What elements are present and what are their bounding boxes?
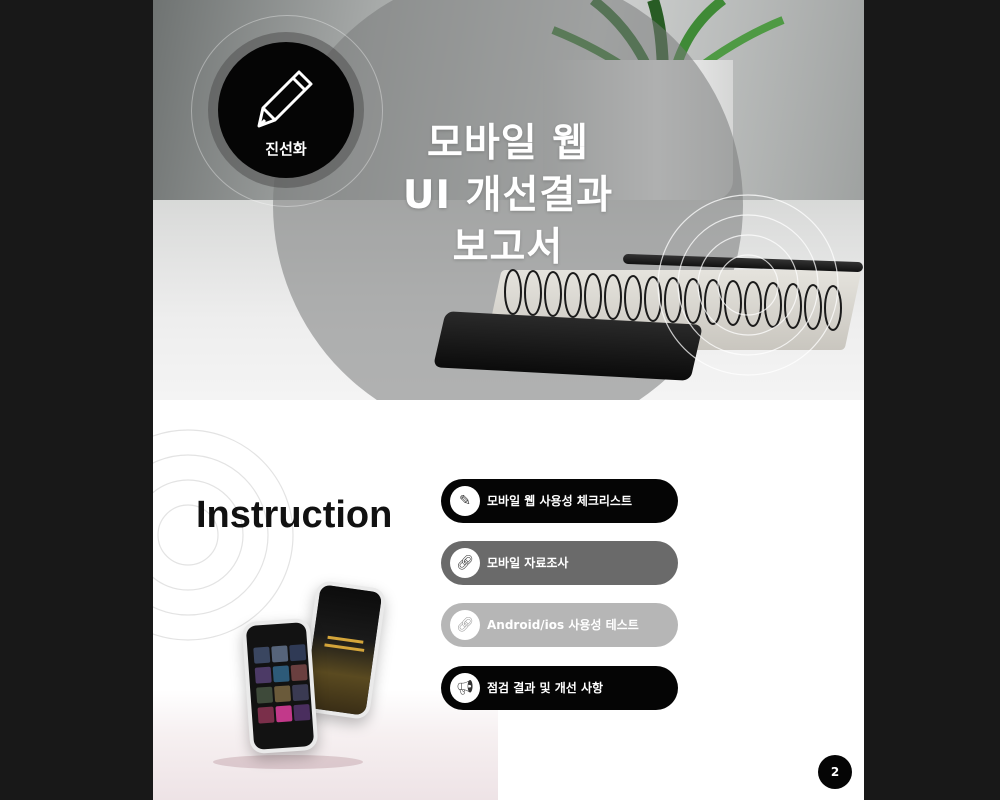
report-title: 모바일 웹 UI 개선결과 보고서 [363,118,653,274]
menu-usability-checklist[interactable]: ✎ 모바일 웹 사용성 체크리스트 [441,479,678,523]
pencil-icon [257,70,313,128]
menu-usability-test[interactable]: 🔗︎ Android/ios 사용성 테스트 [441,603,678,647]
menu-label: 모바일 자료조사 [487,556,569,570]
megaphone-icon: 📢︎ [450,673,480,703]
menu-label: 점검 결과 및 개선 사항 [487,681,604,695]
author-name: 진선화 [265,140,307,158]
title-line: 모바일 웹 [426,121,590,166]
author-badge: 진선화 [218,42,354,178]
menu-label: Android/ios 사용성 테스트 [487,618,639,632]
decorative-rings [657,194,839,376]
mobile-mockup-back [241,617,319,755]
link-icon: 🔗︎ [450,610,480,640]
menu-label: 모바일 웹 사용성 체크리스트 [487,494,633,508]
page-number: 2 [818,755,852,789]
hero-photo: 진선화 모바일 웹 UI 개선결과 보고서 [153,0,864,400]
menu-mobile-research[interactable]: 🔗︎ 모바일 자료조사 [441,541,678,585]
title-line: UI 개선결과 [402,173,614,218]
menu-results-improvements[interactable]: 📢︎ 점검 결과 및 개선 사항 [441,666,678,710]
pencil-icon: ✎ [450,486,480,516]
instruction-heading: Instruction [196,494,393,536]
link-icon: 🔗︎ [450,548,480,578]
title-line: 보고서 [452,225,564,270]
slide-page: 진선화 모바일 웹 UI 개선결과 보고서 Instruction ✎ 모바일 … [153,0,864,800]
